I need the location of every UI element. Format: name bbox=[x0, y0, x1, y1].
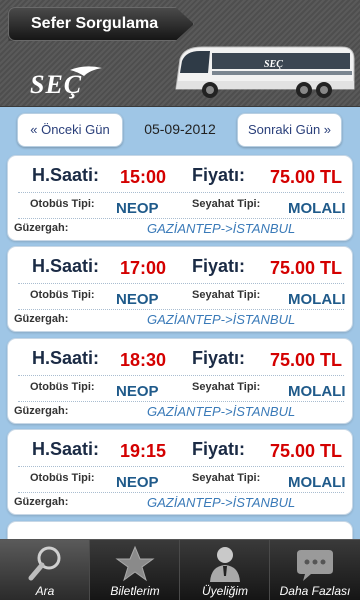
trip-type-value: MOLALI bbox=[288, 200, 346, 217]
ticket-price: 75.00 TL bbox=[270, 258, 343, 278]
trip-card[interactable]: H.Saati: 19:15 Fiyatı: 75.00 TL Otobüs T… bbox=[7, 429, 353, 515]
tab-more[interactable]: Daha Fazlası bbox=[270, 540, 360, 600]
departure-time: 15:00 bbox=[120, 167, 167, 187]
time-label: H.Saati: bbox=[32, 439, 100, 459]
bus-type-label: Otobüs Tipi: bbox=[30, 381, 95, 393]
bus-type-label: Otobüs Tipi: bbox=[30, 472, 95, 484]
route-value: GAZİANTEP->İSTANBUL bbox=[147, 221, 296, 236]
next-day-button[interactable]: Sonraki Gün » bbox=[237, 113, 342, 147]
divider bbox=[18, 309, 344, 310]
divider bbox=[18, 492, 344, 493]
trip-card[interactable]: H.Saati: 17:00 Fiyatı: 75.00 TL Otobüs T… bbox=[7, 246, 353, 332]
trip-list[interactable]: « Önceki Gün 05-09-2012 Sonraki Gün » H.… bbox=[0, 107, 360, 539]
star-icon bbox=[115, 545, 155, 582]
route-value: GAZİANTEP->İSTANBUL bbox=[147, 312, 296, 327]
trip-type-label: Seyahat Tipi: bbox=[192, 381, 261, 393]
departure-time: 17:00 bbox=[120, 258, 167, 278]
bus-type-value: NEOP bbox=[116, 200, 159, 217]
route-label: Güzergah: bbox=[14, 405, 69, 417]
price-label: Fiyatı: bbox=[192, 256, 246, 276]
tab-membership[interactable]: Üyeliğim bbox=[180, 540, 270, 600]
bus-type-label: Otobüs Tipi: bbox=[30, 198, 95, 210]
tab-label: Üyeliğim bbox=[201, 584, 248, 598]
time-label: H.Saati: bbox=[32, 256, 100, 276]
tab-search[interactable]: Ara bbox=[0, 540, 90, 600]
trip-type-label: Seyahat Tipi: bbox=[192, 472, 261, 484]
trip-type-value: MOLALI bbox=[288, 474, 346, 491]
price-label: Fiyatı: bbox=[192, 439, 246, 459]
route-value: GAZİANTEP->İSTANBUL bbox=[147, 404, 296, 419]
route-value: GAZİANTEP->İSTANBUL bbox=[147, 495, 296, 510]
previous-day-button[interactable]: « Önceki Gün bbox=[17, 113, 123, 147]
magnifier-icon bbox=[28, 546, 61, 581]
trip-card[interactable]: H.Saati: 15:00 Fiyatı: 75.00 TL Otobüs T… bbox=[7, 155, 353, 241]
tab-label: Biletlerim bbox=[110, 584, 160, 598]
trip-type-label: Seyahat Tipi: bbox=[192, 198, 261, 210]
ticket-price: 75.00 TL bbox=[270, 167, 343, 187]
page-title[interactable]: Sefer Sorgulama bbox=[8, 7, 194, 41]
bird-icon bbox=[70, 66, 102, 76]
bus-type-value: NEOP bbox=[116, 474, 159, 491]
bus-type-value: NEOP bbox=[116, 383, 159, 400]
departure-time: 19:15 bbox=[120, 441, 167, 461]
bus-logo-text: SEÇ bbox=[264, 59, 283, 70]
trip-card[interactable]: H.Saati: 18:30 Fiyatı: 75.00 TL Otobüs T… bbox=[7, 338, 353, 424]
speech-bubble-icon bbox=[297, 550, 333, 581]
divider bbox=[18, 192, 344, 193]
trip-card[interactable] bbox=[7, 521, 353, 539]
bottom-tab-bar: Ara Biletlerim Üyeliğim Daha Fazlası bbox=[0, 539, 360, 600]
route-label: Güzergah: bbox=[14, 313, 69, 325]
price-label: Fiyatı: bbox=[192, 165, 246, 185]
price-label: Fiyatı: bbox=[192, 348, 246, 368]
tab-my-tickets[interactable]: Biletlerim bbox=[90, 540, 180, 600]
departure-time: 18:30 bbox=[120, 350, 167, 370]
person-icon bbox=[210, 547, 240, 582]
ticket-price: 75.00 TL bbox=[270, 350, 343, 370]
bus-image: SEÇ bbox=[175, 46, 355, 98]
ticket-price: 75.00 TL bbox=[270, 441, 343, 461]
trip-type-value: MOLALI bbox=[288, 291, 346, 308]
selected-date: 05-09-2012 bbox=[144, 121, 216, 137]
trip-type-label: Seyahat Tipi: bbox=[192, 289, 261, 301]
divider bbox=[18, 283, 344, 284]
time-label: H.Saati: bbox=[32, 165, 100, 185]
bus-type-label: Otobüs Tipi: bbox=[30, 289, 95, 301]
tab-label: Daha Fazlası bbox=[279, 584, 351, 598]
tab-label: Ara bbox=[35, 584, 55, 598]
date-navigation: « Önceki Gün 05-09-2012 Sonraki Gün » bbox=[0, 107, 360, 151]
trip-type-value: MOLALI bbox=[288, 383, 346, 400]
brand-logo: SEÇ bbox=[30, 62, 110, 99]
divider bbox=[18, 375, 344, 376]
divider bbox=[18, 401, 344, 402]
time-label: H.Saati: bbox=[32, 348, 100, 368]
bus-type-value: NEOP bbox=[116, 291, 159, 308]
route-label: Güzergah: bbox=[14, 222, 69, 234]
divider bbox=[18, 466, 344, 467]
header: Sefer Sorgulama SEÇ SEÇ bbox=[0, 0, 360, 107]
divider bbox=[18, 218, 344, 219]
route-label: Güzergah: bbox=[14, 496, 69, 508]
